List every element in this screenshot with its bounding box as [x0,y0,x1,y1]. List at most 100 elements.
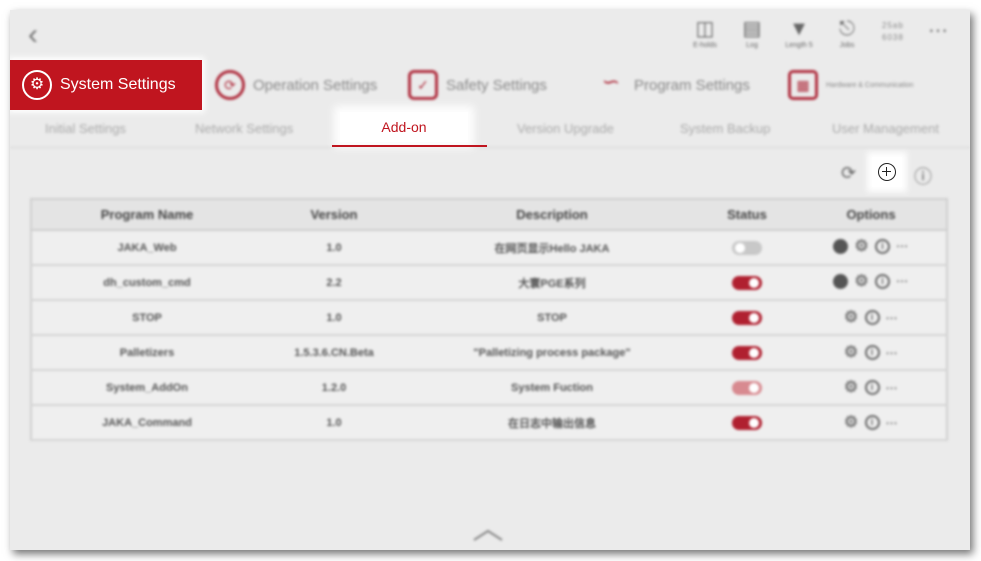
addon-table: Program Name Version Description Status … [30,198,948,441]
app-window: ‹ ◫ E-holds ▤ Log ▼ Length 5 ⎋ Jobs 25ab… [10,10,970,550]
program-description: 大寰PGE系列 [406,265,698,301]
table-row[interactable]: dh_custom_cmd 2.2 大寰PGE系列 ⚙ i ⋯ [31,265,947,301]
table-row[interactable]: STOP 1.0 STOP ⚙ i ⋯ [31,300,947,336]
tab-program-settings[interactable]: ∽ Program Settings [596,60,750,110]
status-toggle[interactable] [732,275,762,290]
options-cell: ⚙ i ⋯ [796,230,947,266]
options-cell: ⚙ i ⋯ [796,370,947,406]
subtab-add-on[interactable]: Add-on [340,112,468,142]
back-arrow-icon[interactable]: ‹ [28,20,38,50]
tab-label: Hardware & Communication [826,81,914,89]
tab-label: Safety Settings [446,76,547,94]
jobs-icon: ⎋ [839,18,855,40]
gear-icon[interactable]: ⚙ [854,273,869,289]
info-icon[interactable]: i [875,273,890,289]
options-cell: ⚙ i ⋯ [796,405,947,441]
program-version: 1.5.3.6.CN.Beta [262,335,406,371]
info-icon[interactable]: i [864,415,880,430]
program-version: 1.0 [262,405,406,441]
subtab-user-management[interactable]: User Management [832,121,939,136]
top-bar: ‹ ◫ E-holds ▤ Log ▼ Length 5 ⎋ Jobs 25ab… [10,10,970,60]
gear-icon[interactable]: ⚙ [844,345,859,361]
tab-hardware-communication[interactable]: ▦ Hardware & Communication [788,60,914,110]
status-toggle[interactable] [732,240,762,255]
more-menu-icon[interactable]: ⋯ [928,18,949,43]
program-name: Palletizers [31,335,262,371]
status-robot[interactable]: ◫ E-holds [680,18,730,49]
gear-settings-icon: ⚙ [22,70,52,100]
subtab-system-backup[interactable]: System Backup [680,121,770,136]
hardware-icon: ▦ [788,70,818,100]
program-name: System_AddOn [31,370,262,406]
table-row[interactable]: System_AddOn 1.2.0 System Fuction ⚙ i ⋯ [31,370,947,406]
wifi-icon: ▼ [789,18,809,40]
program-version: 1.0 [262,230,406,266]
program-version: 2.2 [262,265,406,301]
tab-safety-settings[interactable]: ✓ Safety Settings [408,60,547,110]
add-addon-button[interactable] [872,157,902,187]
gear-icon[interactable]: ⚙ [854,238,869,254]
help-icon[interactable]: ⓘ [914,163,932,189]
options-cell: ⚙ i ⋯ [796,300,947,336]
sub-nav: Initial Settings Network Settings Versio… [10,111,970,148]
status-toggle[interactable] [732,345,762,360]
status-log[interactable]: ▤ Log [727,18,777,49]
info-icon[interactable]: i [864,310,880,325]
subtab-initial-settings[interactable]: Initial Settings [45,121,126,136]
program-name: dh_custom_cmd [31,265,262,301]
options-cell: ⚙ i ⋯ [796,265,947,301]
table-row[interactable]: JAKA_Web 1.0 在网页显示Hello JAKA ⚙ i ⋯ [31,230,947,266]
table-row[interactable]: JAKA_Command 1.0 在日志中输出信息 ⚙ i ⋯ [31,405,947,441]
more-options-icon[interactable]: ⋯ [886,381,899,395]
status-toggle[interactable] [732,415,762,430]
operation-icon: ⟳ [215,70,245,100]
web-icon[interactable] [833,238,848,254]
web-icon[interactable] [833,273,848,289]
tab-label: Program Settings [634,76,750,94]
status-cell [698,265,796,301]
program-description: STOP [406,300,698,336]
status-cell [698,405,796,441]
info-icon[interactable]: i [864,380,880,395]
subtab-label: Add-on [381,119,427,135]
status-label: E-holds [693,42,717,49]
chevron-up-icon[interactable] [472,528,504,542]
gear-icon[interactable]: ⚙ [844,415,859,431]
status-toggle[interactable] [732,380,762,395]
clock-line: 6038 [882,33,904,42]
more-options-icon[interactable]: ⋯ [886,416,899,430]
active-tab-underline [332,145,487,147]
info-icon[interactable]: i [875,238,890,254]
program-description: System Fuction [406,370,698,406]
status-cell [698,370,796,406]
more-options-icon[interactable]: ⋯ [896,239,909,253]
more-options-icon[interactable]: ⋯ [886,311,899,325]
column-header: Program Name [31,199,262,231]
tab-operation-settings[interactable]: ⟳ Operation Settings [215,60,377,110]
status-toggle[interactable] [732,310,762,325]
more-options-icon[interactable]: ⋯ [896,274,909,288]
gear-icon[interactable]: ⚙ [844,380,859,396]
clock-line: 25ab [882,21,904,30]
shield-icon: ✓ [408,70,438,100]
gear-icon[interactable]: ⚙ [844,310,859,326]
status-label: Jobs [839,42,855,49]
plus-circle-icon [878,163,896,181]
subtab-network-settings[interactable]: Network Settings [195,121,293,136]
status-wifi[interactable]: ▼ Length 5 [774,18,824,49]
info-icon[interactable]: i [864,345,880,360]
tab-label: System Settings [60,76,176,93]
table-header-row: Program Name Version Description Status … [31,199,947,231]
status-jobs[interactable]: ⎋ Jobs [822,18,872,49]
more-options-icon[interactable]: ⋯ [886,346,899,360]
column-header: Status [698,199,796,231]
refresh-icon[interactable]: ⟳ [841,163,856,184]
tab-system-settings[interactable]: ⚙ System Settings [10,60,202,110]
program-name: STOP [31,300,262,336]
options-cell: ⚙ i ⋯ [796,335,947,371]
subtab-version-upgrade[interactable]: Version Upgrade [517,121,614,136]
column-header: Description [406,199,698,231]
column-header: Version [262,199,406,231]
table-row[interactable]: Palletizers 1.5.3.6.CN.Beta "Palletizing… [31,335,947,371]
status-cell [698,230,796,266]
